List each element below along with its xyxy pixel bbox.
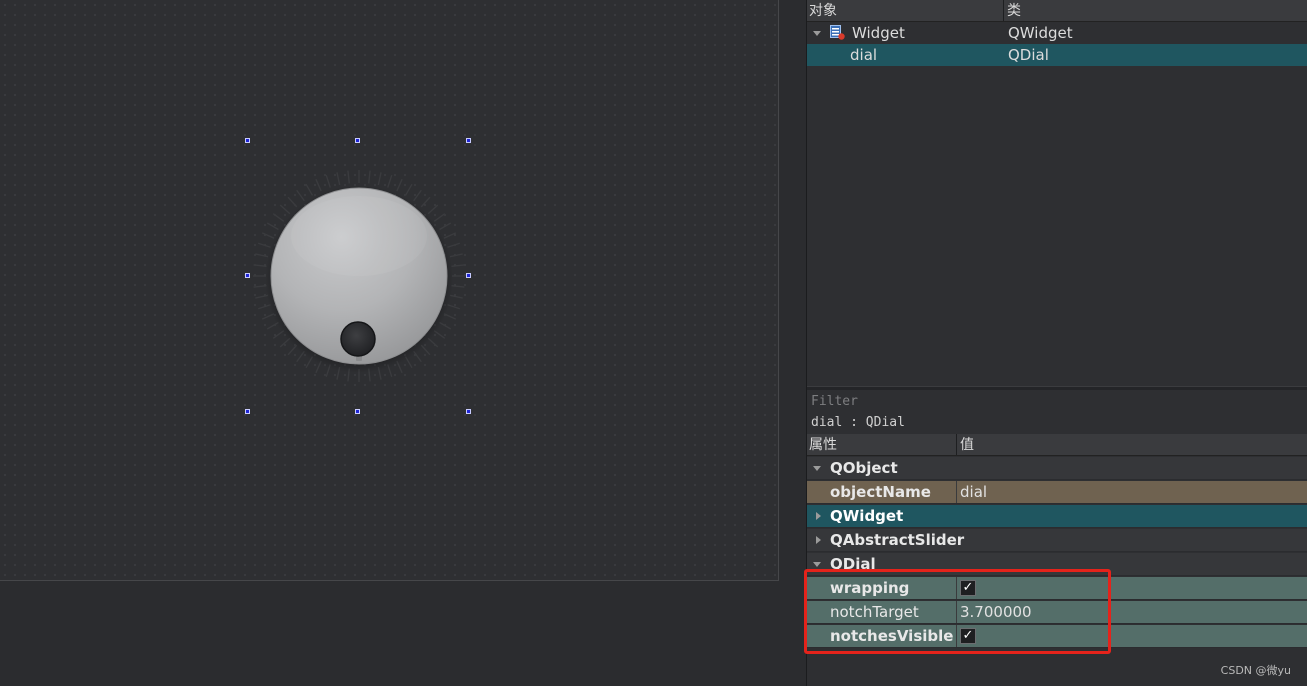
dial-notch (347, 170, 350, 184)
dial-notch (279, 204, 291, 215)
dial-thumb[interactable] (340, 321, 376, 357)
dial-notch (449, 294, 463, 299)
property-row-notchesvisible[interactable]: notchesVisible ✓ (807, 625, 1307, 648)
dial-notch (443, 232, 457, 239)
watermark: CSDN @微yu (1220, 664, 1291, 677)
property-row-objectname[interactable]: objectName dial (807, 481, 1307, 504)
group-label: QDial (830, 555, 876, 573)
dial-notch (387, 174, 393, 188)
dial-graphic[interactable] (248, 141, 469, 411)
dial-notch (266, 222, 279, 231)
object-name: Widget (852, 24, 905, 42)
dial-notch (451, 264, 465, 267)
dial-notch (377, 172, 382, 186)
dial-notch (439, 222, 452, 231)
dial-notch (404, 183, 413, 196)
group-label: QWidget (830, 507, 904, 525)
notchesvisible-checkbox[interactable]: ✓ (960, 628, 976, 644)
dial-notch (447, 242, 461, 248)
property-editor-object-label: dial : QDial (811, 415, 905, 430)
property-name: wrapping (830, 579, 910, 597)
dial-notch (447, 304, 461, 310)
dial-notch (253, 285, 267, 288)
property-name: notchesVisible (830, 627, 954, 645)
collapse-arrow-icon[interactable] (813, 562, 821, 567)
collapse-arrow-icon[interactable] (813, 466, 821, 471)
dial-notch (287, 196, 298, 208)
property-name: objectName (830, 483, 931, 501)
dial-notch (413, 189, 422, 202)
design-canvas[interactable] (0, 0, 806, 686)
dial-notch (255, 253, 269, 258)
group-qobject[interactable]: QObject (807, 457, 1307, 480)
object-row-dial[interactable]: dial QDial (807, 44, 1307, 66)
dial-notch (420, 196, 431, 208)
class-column-header[interactable]: 类 (1005, 0, 1021, 22)
group-label: QAbstractSlider (830, 531, 965, 549)
group-qabstractslider[interactable]: QAbstractSlider (807, 529, 1307, 552)
dial-notch (433, 213, 446, 222)
property-row-wrapping[interactable]: wrapping ✓ (807, 577, 1307, 600)
widget-form-icon (830, 25, 845, 40)
property-name: notchTarget (830, 603, 919, 621)
dial-notch (305, 183, 314, 196)
object-class: QDial (1008, 46, 1049, 64)
expand-arrow-icon[interactable] (813, 31, 821, 36)
value-column-header[interactable]: 值 (958, 434, 974, 456)
object-name: dial (850, 46, 878, 64)
dial-notch (449, 253, 463, 258)
right-dock: 对象 类 Widget QWidget dial QDial Filter di… (806, 0, 1307, 686)
dial-notch (255, 294, 269, 299)
panel-splitter[interactable] (807, 386, 1307, 390)
group-label: QObject (830, 459, 898, 477)
group-qwidget[interactable]: QWidget (807, 505, 1307, 528)
dial-notch (261, 232, 275, 239)
property-editor-header: 属性 值 (807, 434, 1307, 456)
property-filter-input[interactable]: Filter (809, 392, 1307, 412)
object-column-header[interactable]: 对象 (807, 0, 837, 22)
dial-notch (368, 170, 371, 184)
dial-notch (451, 285, 465, 288)
group-qdial[interactable]: QDial (807, 553, 1307, 576)
property-row-notchtarget[interactable]: notchTarget 3.700000 (807, 601, 1307, 624)
form-surface[interactable] (0, 0, 779, 581)
dial-notch (296, 189, 305, 202)
dial-notch (396, 178, 403, 192)
property-column-header[interactable]: 属性 (807, 434, 837, 456)
expand-arrow-icon[interactable] (816, 536, 821, 544)
property-value[interactable]: dial (960, 481, 987, 504)
dial-notch (257, 242, 271, 248)
object-row-widget[interactable]: Widget QWidget (807, 22, 1307, 44)
dial-notch (253, 264, 267, 267)
dial-notch (257, 304, 271, 310)
wrapping-checkbox[interactable]: ✓ (960, 580, 976, 596)
dial-notch (427, 204, 439, 215)
object-inspector-header: 对象 类 (807, 0, 1307, 22)
dial-widget[interactable] (248, 141, 469, 411)
expand-arrow-icon[interactable] (816, 512, 821, 520)
object-class: QWidget (1008, 24, 1073, 42)
dial-notch (315, 178, 322, 192)
dial-notch (325, 174, 331, 188)
dial-notch (272, 213, 285, 222)
property-value[interactable]: 3.700000 (960, 601, 1032, 624)
dial-notch (336, 172, 341, 186)
